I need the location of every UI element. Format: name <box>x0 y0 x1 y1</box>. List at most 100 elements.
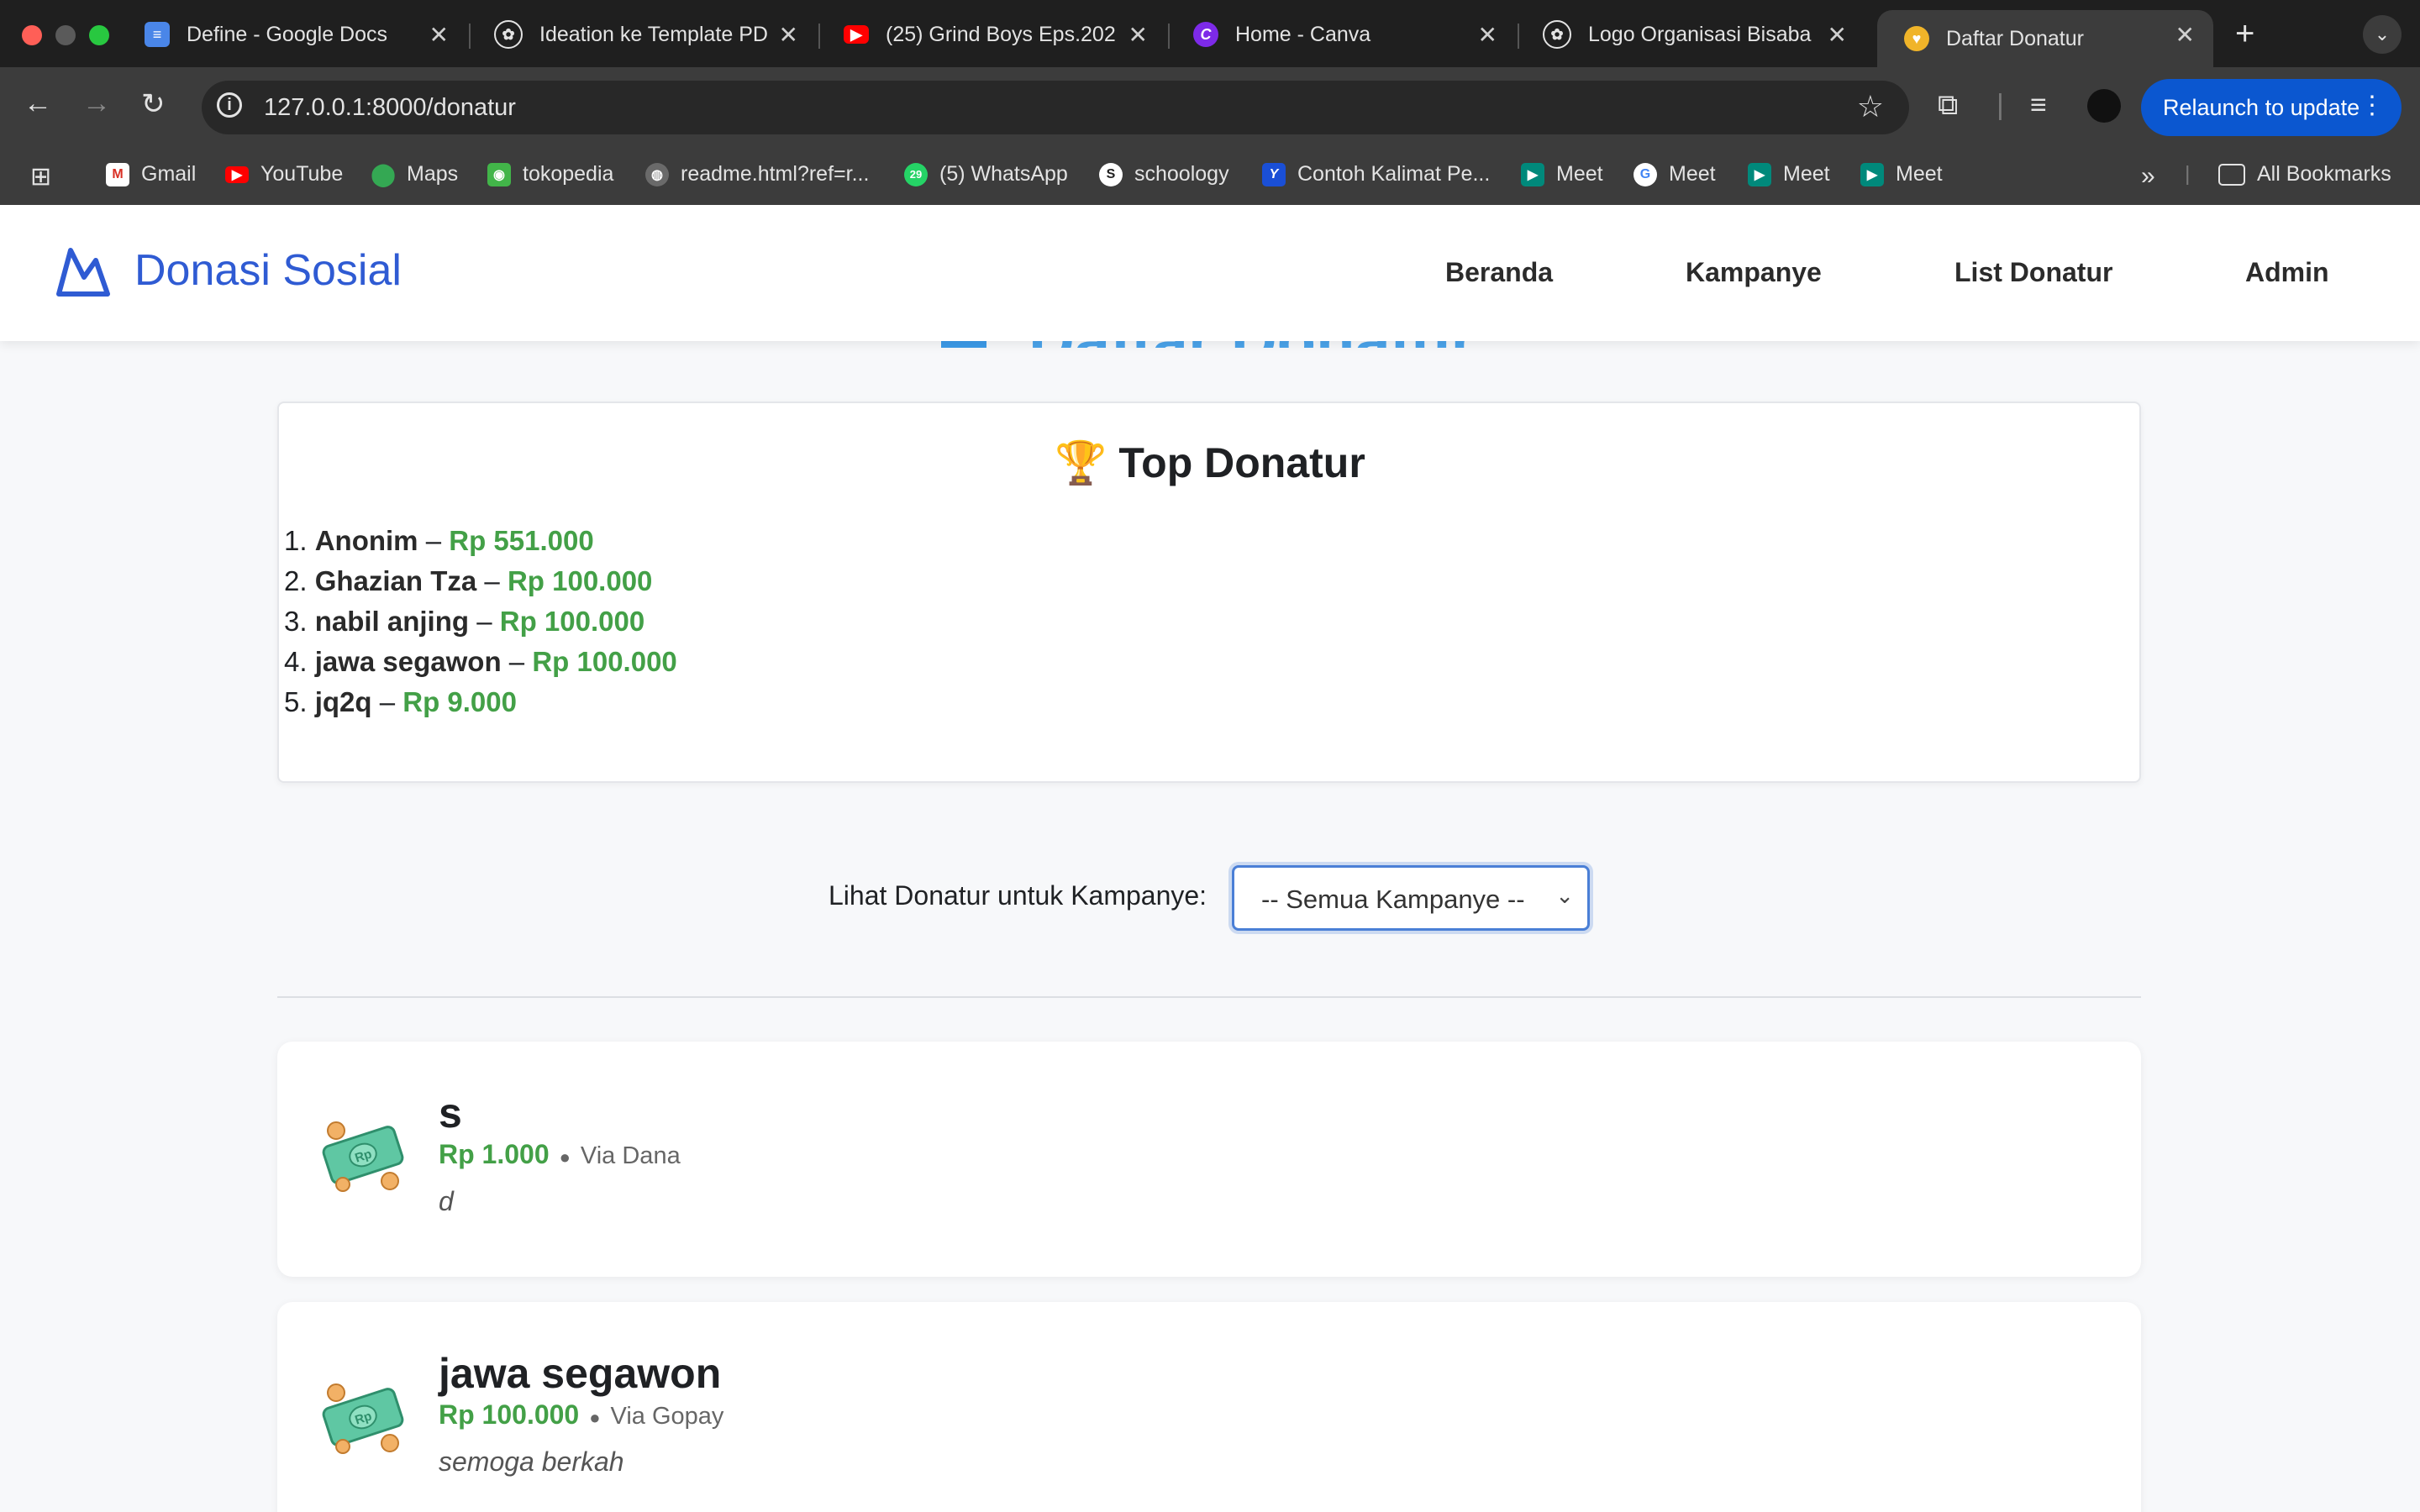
relaunch-button[interactable]: Relaunch to update ⋮ <box>2141 79 2402 136</box>
apps-grid-icon[interactable]: ⊞ <box>30 162 51 192</box>
reload-icon[interactable]: ↻ <box>141 87 166 121</box>
all-bookmarks-label: All Bookmarks <box>2257 162 2391 186</box>
browser-tab[interactable]: ≡ Define - Google Docs ✕ <box>118 10 467 59</box>
bookmark-item[interactable]: ▶ Meet <box>1860 162 1943 186</box>
nav-beranda[interactable]: Beranda <box>1445 257 1553 288</box>
donation-amount: Rp 100.000 <box>499 606 645 637</box>
browser-tab-bar: ≡ Define - Google Docs ✕ ✿ Ideation ke T… <box>0 0 2420 67</box>
browser-tab[interactable]: ▶ (25) Grind Boys Eps.202 ✕ <box>817 10 1166 59</box>
more-menu-icon[interactable]: ⋮ <box>2360 91 2385 120</box>
bookmark-item[interactable]: ⬤ Maps <box>371 161 458 186</box>
extensions-icon[interactable]: ⧉ <box>1938 89 1958 122</box>
divider <box>277 996 2141 998</box>
tab-search-chevron-icon[interactable]: ⌄ <box>2363 15 2402 54</box>
web-page: Daftar Donatur Donasi Sosial Beranda Kam… <box>0 205 2420 1512</box>
list-item: 4. jawa segawon – Rp 100.000 <box>284 646 677 677</box>
bookmark-item[interactable]: ◉ tokopedia <box>487 162 613 186</box>
profile-avatar[interactable] <box>2087 89 2121 123</box>
donation-amount: Rp 100.000 <box>439 1399 580 1430</box>
zoom-window-button[interactable] <box>89 25 109 45</box>
list-item: 5. jq2q – Rp 9.000 <box>284 686 517 717</box>
bookmark-star-icon[interactable]: ☆ <box>1857 89 1884 124</box>
youtube-icon: ▶ <box>225 165 249 183</box>
address-url[interactable]: 127.0.0.1:8000/donatur <box>264 94 516 122</box>
back-arrow-icon[interactable]: ← <box>24 87 52 120</box>
bullet-separator: ● <box>559 1147 571 1168</box>
media-controls-icon[interactable]: ≡ <box>2030 89 2047 122</box>
browser-tab-active[interactable]: ♥ Daftar Donatur ✕ <box>1877 10 2213 67</box>
tokopedia-icon: ◉ <box>487 162 511 186</box>
nav-kampanye[interactable]: Kampanye <box>1686 257 1822 288</box>
bookmark-item[interactable]: 29 (5) WhatsApp <box>904 162 1068 186</box>
bookmark-item[interactable]: ▶ Meet <box>1521 162 1603 186</box>
rank: 3. <box>284 606 308 637</box>
bookmark-item[interactable]: ▶ Meet <box>1748 162 1830 186</box>
google-icon: G <box>1634 162 1657 186</box>
bookmark-item[interactable]: ◍ readme.html?ref=r... <box>645 162 869 186</box>
all-bookmarks[interactable]: All Bookmarks <box>2218 162 2391 186</box>
bookmark-label: tokopedia <box>523 162 614 186</box>
close-tab-icon[interactable]: ✕ <box>429 21 449 49</box>
donor-name: Ghazian Tza <box>314 565 477 596</box>
bookmark-item[interactable]: M Gmail <box>106 162 196 186</box>
bullet-separator: ● <box>589 1407 601 1428</box>
bookmark-item[interactable]: Sschoology <box>1099 162 1229 186</box>
money-bill-icon: Rp <box>322 1121 404 1192</box>
donor-name: s <box>439 1089 462 1137</box>
donation-meta: Rp 1.000 ● Via Dana <box>439 1139 681 1170</box>
close-window-button[interactable] <box>22 25 42 45</box>
browser-toolbar: ← → ↻ i 127.0.0.1:8000/donatur ☆ ⧉ | ≡ R… <box>0 67 2420 148</box>
globe-icon: ◍ <box>645 162 669 186</box>
meet-icon: ▶ <box>1521 162 1544 186</box>
new-tab-icon[interactable]: + <box>2235 15 2254 53</box>
close-tab-icon[interactable]: ✕ <box>1828 21 1847 49</box>
tab-title: Ideation ke Template PD <box>539 22 768 46</box>
close-tab-icon[interactable]: ✕ <box>1128 21 1148 49</box>
donation-amount: Rp 100.000 <box>532 646 677 677</box>
address-bar[interactable]: i 127.0.0.1:8000/donatur ☆ <box>202 81 1909 134</box>
google-docs-icon: ≡ <box>145 22 170 47</box>
donation-amount: Rp 1.000 <box>439 1139 550 1169</box>
more-bookmarks-chevron-icon[interactable]: » <box>2141 162 2155 191</box>
chevron-down-icon: ⌄ <box>1555 883 1574 908</box>
list-item: 1. Anonim – Rp 551.000 <box>284 525 594 556</box>
bookmark-item[interactable]: G Meet <box>1634 162 1716 186</box>
bookmark-label: Meet <box>1556 162 1603 186</box>
donation-amount: Rp 551.000 <box>449 525 594 556</box>
payment-method: Via Dana <box>580 1142 681 1169</box>
list-item: 3. nabil anjing – Rp 100.000 <box>284 606 645 637</box>
rank: 2. <box>284 565 308 596</box>
nav-list-donatur[interactable]: List Donatur <box>1954 257 2112 288</box>
tab-title: Daftar Donatur <box>1946 26 2084 50</box>
tab-title: Define - Google Docs <box>187 22 388 46</box>
close-tab-icon[interactable]: ✕ <box>779 21 798 49</box>
browser-tab[interactable]: C Home - Canva ✕ <box>1166 10 1516 59</box>
minimize-window-button[interactable] <box>55 25 76 45</box>
tab-title: Logo Organisasi Bisaba <box>1588 22 1812 46</box>
bookmark-item[interactable]: Y Contoh Kalimat Pe... <box>1262 162 1490 186</box>
bookmark-label: Contoh Kalimat Pe... <box>1297 162 1491 186</box>
donor-name: jawa segawon <box>314 646 502 677</box>
campaign-filter-select[interactable]: -- Semua Kampanye -- ⌄ <box>1232 865 1590 931</box>
site-info-icon[interactable]: i <box>217 92 242 118</box>
rank: 5. <box>284 686 308 717</box>
gmail-icon: M <box>106 162 129 186</box>
nav-admin[interactable]: Admin <box>2245 257 2329 288</box>
donor-name: jq2q <box>314 686 372 717</box>
bookmark-item[interactable]: ▶ YouTube <box>225 162 343 186</box>
bookmark-label: schoology <box>1134 162 1229 186</box>
brand-name[interactable]: Donasi Sosial <box>134 245 402 296</box>
top-donatur-title: 🏆 Top Donatur <box>0 438 2420 488</box>
bookmark-label: (5) WhatsApp <box>939 162 1068 186</box>
donor-name: jawa segawon <box>439 1350 722 1397</box>
forward-arrow-icon[interactable]: → <box>82 87 111 120</box>
canva-icon: C <box>1193 22 1218 47</box>
mountain-logo-icon[interactable] <box>54 244 113 299</box>
browser-tab[interactable]: ✿ Logo Organisasi Bisaba ✕ <box>1516 10 1865 59</box>
browser-tab[interactable]: ✿ Ideation ke Template PD ✕ <box>467 10 817 59</box>
chatgpt-icon: ✿ <box>494 20 523 49</box>
close-tab-icon[interactable]: ✕ <box>2175 21 2195 49</box>
trophy-icon: 🏆 <box>1055 439 1107 486</box>
close-tab-icon[interactable]: ✕ <box>1478 21 1497 49</box>
rank: 1. <box>284 525 308 556</box>
